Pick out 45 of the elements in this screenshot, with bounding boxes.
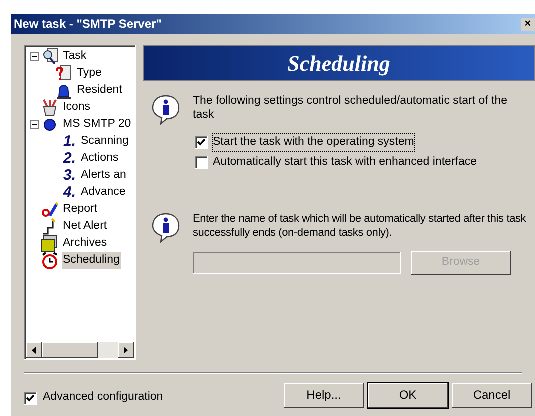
number-icon: 1. (54, 134, 78, 149)
info-icon (151, 94, 181, 126)
pencil-cup-icon (41, 98, 59, 116)
folder-icon (41, 234, 59, 252)
number-icon: 3. (54, 168, 78, 183)
tree-item[interactable]: Icons (62, 98, 92, 116)
checkbox[interactable] (195, 136, 208, 150)
tree-item[interactable]: Type (76, 64, 103, 82)
collapse-icon[interactable] (30, 52, 38, 61)
banner-title: Scheduling (288, 50, 390, 78)
tree-item[interactable]: Actions (80, 150, 120, 168)
tree-item[interactable]: Alerts an (80, 166, 128, 184)
checkbox[interactable] (24, 392, 37, 404)
dialog-button[interactable]: Help... (284, 382, 364, 408)
dialog-button[interactable]: Cancel (452, 382, 532, 408)
tree-item[interactable]: Resident (76, 82, 124, 100)
tree-item[interactable]: Net Alert (62, 218, 108, 236)
collapse-icon[interactable] (30, 120, 38, 129)
magnifier-icon (41, 48, 59, 66)
tree-item[interactable]: Archives (62, 234, 108, 252)
close-button[interactable]: × (521, 18, 535, 30)
checkbox-label[interactable]: Advanced configuration (43, 389, 164, 407)
dialog-button[interactable]: OK (368, 382, 448, 408)
number-icon: 2. (54, 151, 78, 166)
checkbox-label[interactable]: Automatically start this task with enhanced interface (213, 154, 477, 172)
checkbox-label[interactable]: Start the task with the operating system (213, 134, 414, 152)
info-text: Enter the name of task which will be automatically started after this task successfully ends (on-demand tasks only). (193, 212, 528, 240)
document-question-icon (55, 64, 73, 82)
alarm-clock-icon (41, 252, 59, 270)
number-icon: 4. (54, 185, 78, 200)
info-icon (151, 212, 181, 244)
tree-item[interactable]: Report (62, 200, 99, 218)
tree-item[interactable]: Advance (80, 184, 127, 202)
tree-item[interactable]: Scheduling (62, 252, 121, 270)
tree-item[interactable]: Task (62, 48, 88, 66)
scroll-thumb[interactable] (42, 342, 98, 358)
info-text: The following settings control scheduled/automatic start of the task (193, 94, 509, 122)
tree-item[interactable]: Scanning (80, 132, 130, 150)
checkbox[interactable] (195, 156, 208, 170)
window-title: New task - "SMTP Server" (14, 16, 162, 33)
scroll-right-icon[interactable] (118, 342, 134, 358)
scroll-left-icon[interactable] (26, 342, 42, 358)
tree-item[interactable]: MS SMTP 20 (62, 116, 132, 134)
horizontal-scrollbar[interactable] (26, 342, 134, 358)
pen-icon (41, 200, 59, 218)
